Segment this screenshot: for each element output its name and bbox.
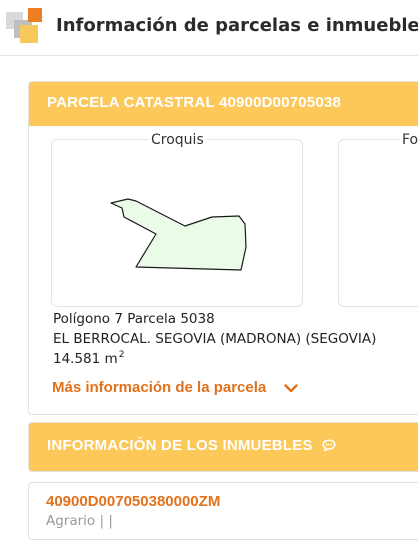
parcel-card: PARCELA CATASTRAL 40900D00705038 Croquis… [28,81,418,415]
comment-icon [322,438,336,451]
poligono-parcela-text: Polígono 7 Parcela 5038 [53,311,215,327]
surface-area: 14.581 m2 [53,350,124,367]
parcel-sketch [110,198,247,271]
catastro-logo-icon [6,7,44,47]
locality-text: EL BERROCAL. SEGOVIA (MADRONA) (SEGOVIA) [53,331,377,347]
property-list-item: 40900D007050380000ZM Agrario | | [28,482,418,540]
surface-area-unit: 2 [118,350,125,360]
properties-heading-text: INFORMACIÓN DE LOS INMUEBLES [47,437,313,454]
foto-panel[interactable]: Foto [338,132,418,307]
properties-section-header: INFORMACIÓN DE LOS INMUEBLES [28,422,418,472]
property-reference-link[interactable]: 40900D007050380000ZM [46,493,220,510]
chevron-down-icon [284,383,299,392]
parcel-shape [110,198,247,271]
surface-area-value: 14.581 m [53,351,118,367]
page-title: Información de parcelas e inmuebles [56,15,418,36]
more-parcel-info-label: Más información de la parcela [52,379,267,396]
foto-label: Foto [399,132,418,148]
more-parcel-info-link[interactable]: Más información de la parcela [52,379,299,396]
croquis-panel[interactable]: Croquis [51,132,303,307]
parcel-card-heading: PARCELA CATASTRAL 40900D00705038 [29,82,418,126]
page-header: Información de parcelas e inmuebles [0,0,418,56]
property-use-text: Agrario | | [46,513,113,529]
properties-heading: INFORMACIÓN DE LOS INMUEBLES [29,423,418,471]
